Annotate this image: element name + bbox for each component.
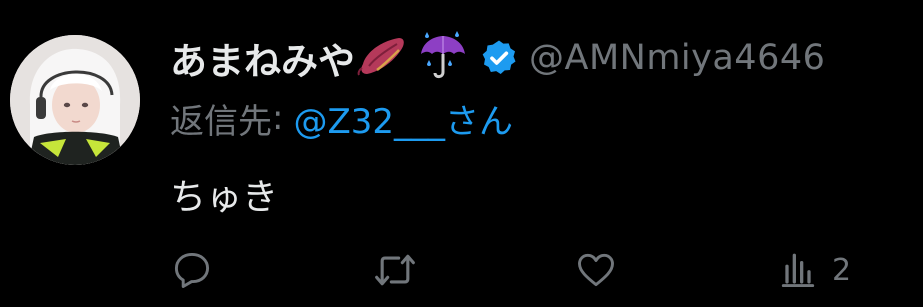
- like-button[interactable]: [574, 240, 618, 300]
- avatar[interactable]: [10, 35, 140, 165]
- reply-context: 返信先 : @Z32___さん: [170, 94, 513, 142]
- author-display-name[interactable]: あまねみや: [170, 31, 355, 85]
- tweet[interactable]: あまねみや @AMNmiya4646 返信先: @Z32___さん ちゅき 2: [0, 0, 923, 307]
- retweet-icon: [375, 254, 415, 286]
- sweet-potato-emoji-icon: [357, 34, 407, 82]
- reply-icon: [174, 252, 210, 288]
- views-chart-icon: [781, 253, 815, 288]
- views-count: 2: [832, 252, 852, 288]
- tweet-header: あまねみや @AMNmiya4646: [170, 30, 825, 86]
- heart-icon: [578, 253, 614, 287]
- reply-to-label: 返信先: [170, 101, 272, 142]
- retweet-button[interactable]: [372, 240, 418, 300]
- tweet-text: ちゅき: [170, 177, 279, 218]
- views-button[interactable]: 2: [776, 240, 851, 300]
- avatar-image: [10, 35, 140, 165]
- reply-button[interactable]: [170, 240, 214, 300]
- verified-badge-icon[interactable]: [479, 38, 519, 78]
- author-handle[interactable]: @AMNmiya4646: [529, 38, 825, 78]
- reply-to-separator: :: [272, 98, 284, 138]
- reply-mention-link[interactable]: @Z32___さん: [293, 94, 513, 143]
- umbrella-with-rain-drops-emoji-icon: [417, 30, 469, 86]
- tweet-actions-bar: 2: [0, 240, 923, 300]
